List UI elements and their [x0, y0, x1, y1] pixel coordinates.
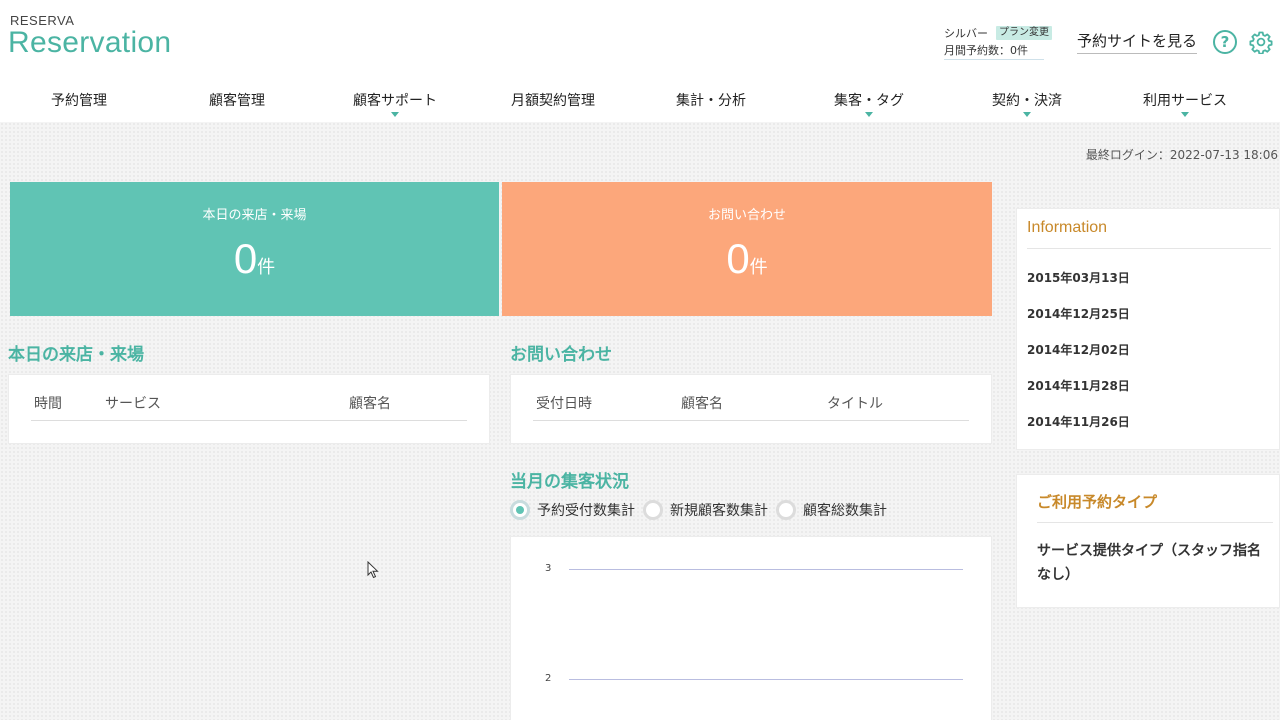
- plan-name: シルバー: [944, 27, 988, 40]
- today-visits-count: 0: [233, 235, 258, 282]
- inquiries-table-header: 受付日時 顧客名 タイトル: [533, 393, 969, 421]
- reservation-type-title: ご利用予約タイプ: [1037, 491, 1273, 523]
- caret-down-icon: [1023, 112, 1031, 117]
- today-visits-card[interactable]: 本日の来店・来場 0件: [10, 182, 499, 316]
- nav-item-label: 予約管理: [51, 93, 107, 109]
- today-visits-unit: 件: [257, 257, 276, 277]
- inquiries-count: 0: [726, 235, 750, 282]
- information-item[interactable]: 2015年03月13日: [1027, 269, 1130, 286]
- caret-down-icon: [1181, 112, 1189, 117]
- main-nav: 予約管理 顧客管理 顧客サポート 月額契約管理 集計・分析 集客・タグ 契約・決済 利用サービ…: [0, 86, 1280, 122]
- inquiries-unit: 件: [749, 257, 768, 277]
- radio-label: 予約受付数集計: [537, 503, 635, 519]
- visits-table-header: 時間 サービス 顧客名: [31, 393, 467, 421]
- header: RESERVA Reservation シルバー プラン変更 月間予約数：0件 …: [0, 0, 1280, 122]
- aggregate-type-radios: 予約受付数集計 新規顧客数集計 顧客総数集計: [510, 500, 895, 520]
- y-tick-label: 2: [545, 673, 552, 684]
- nav-item-label: 集計・分析: [676, 93, 746, 109]
- information-item[interactable]: 2014年11月28日: [1027, 377, 1130, 394]
- visits-section-title: 本日の来店・来場: [8, 345, 144, 365]
- radio-circle-icon[interactable]: [776, 500, 796, 520]
- mouse-pointer-icon: [367, 561, 379, 579]
- radio-option-2[interactable]: 顧客総数集計: [776, 500, 887, 520]
- visits-table: 時間 サービス 顧客名: [8, 374, 490, 444]
- nav-item-label: 顧客管理: [209, 93, 265, 109]
- col-time: 時間: [34, 396, 62, 412]
- nav-item-6[interactable]: 契約・決済: [948, 86, 1106, 122]
- nav-item-label: 顧客サポート: [353, 93, 437, 109]
- radio-option-0[interactable]: 予約受付数集計: [510, 500, 635, 520]
- nav-item-0[interactable]: 予約管理: [0, 86, 158, 122]
- nav-item-7[interactable]: 利用サービス: [1106, 86, 1264, 122]
- nav-item-1[interactable]: 顧客管理: [158, 86, 316, 122]
- col-service: サービス: [105, 396, 161, 412]
- radio-label: 新規顧客数集計: [670, 503, 768, 519]
- monthly-chart: 32: [510, 536, 992, 720]
- radio-option-1[interactable]: 新規顧客数集計: [643, 500, 768, 520]
- last-login: 最終ログイン：2022-07-13 18:06: [1085, 148, 1278, 162]
- nav-item-label: 集客・タグ: [834, 93, 904, 109]
- radio-circle-icon[interactable]: [510, 500, 530, 520]
- information-panel: Information 2015年03月13日 2014年12月25日 2014年1…: [1016, 208, 1280, 450]
- question-circle-icon[interactable]: ?: [1213, 30, 1237, 54]
- inquiries-table: 受付日時 顧客名 タイトル: [510, 374, 992, 444]
- inquiries-section-title: お問い合わせ: [510, 345, 612, 365]
- radio-label: 顧客総数集計: [803, 503, 887, 519]
- col-received-at: 受付日時: [536, 396, 592, 412]
- inquiries-label: お問い合わせ: [707, 208, 786, 223]
- information-item[interactable]: 2014年11月26日: [1027, 413, 1130, 430]
- reservation-type-panel: ご利用予約タイプ サービス提供タイプ（スタッフ指名なし）: [1016, 474, 1280, 608]
- radio-circle-icon[interactable]: [643, 500, 663, 520]
- monthly-reservation-count: 月間予約数：0件: [944, 42, 1044, 60]
- plan-change-button[interactable]: プラン変更: [996, 26, 1052, 40]
- information-title: Information: [1027, 219, 1271, 249]
- nav-item-2[interactable]: 顧客サポート: [316, 86, 474, 122]
- monthly-status-title: 当月の集客状況: [510, 472, 629, 492]
- col-customer-name: 顧客名: [681, 396, 723, 412]
- today-visits-label: 本日の来店・来場: [202, 208, 307, 223]
- grid-line: [569, 679, 963, 680]
- y-tick-label: 3: [545, 563, 552, 574]
- grid-line: [569, 569, 963, 570]
- information-item[interactable]: 2014年12月02日: [1027, 341, 1130, 358]
- view-site-link[interactable]: 予約サイトを見る: [1077, 30, 1198, 54]
- nav-item-4[interactable]: 集計・分析: [632, 86, 790, 122]
- caret-down-icon: [865, 112, 873, 117]
- col-customer: 顧客名: [349, 396, 391, 412]
- reservation-type-value: サービス提供タイプ（スタッフ指名なし）: [1037, 543, 1261, 583]
- nav-item-label: 月額契約管理: [511, 93, 595, 109]
- caret-down-icon: [391, 112, 399, 117]
- nav-item-3[interactable]: 月額契約管理: [474, 86, 632, 122]
- col-title: タイトル: [827, 396, 883, 412]
- brand-logo[interactable]: Reservation: [8, 26, 171, 60]
- nav-item-label: 契約・決済: [992, 93, 1062, 109]
- today-visits-value: 0件: [10, 235, 499, 291]
- gear-icon[interactable]: [1249, 30, 1273, 54]
- information-item[interactable]: 2014年12月25日: [1027, 305, 1130, 322]
- nav-item-5[interactable]: 集客・タグ: [790, 86, 948, 122]
- nav-item-label: 利用サービス: [1143, 93, 1227, 109]
- inquiries-card[interactable]: お問い合わせ 0件: [502, 182, 992, 316]
- inquiries-value: 0件: [502, 235, 992, 291]
- plan-info: シルバー プラン変更 月間予約数：0件: [944, 24, 1068, 60]
